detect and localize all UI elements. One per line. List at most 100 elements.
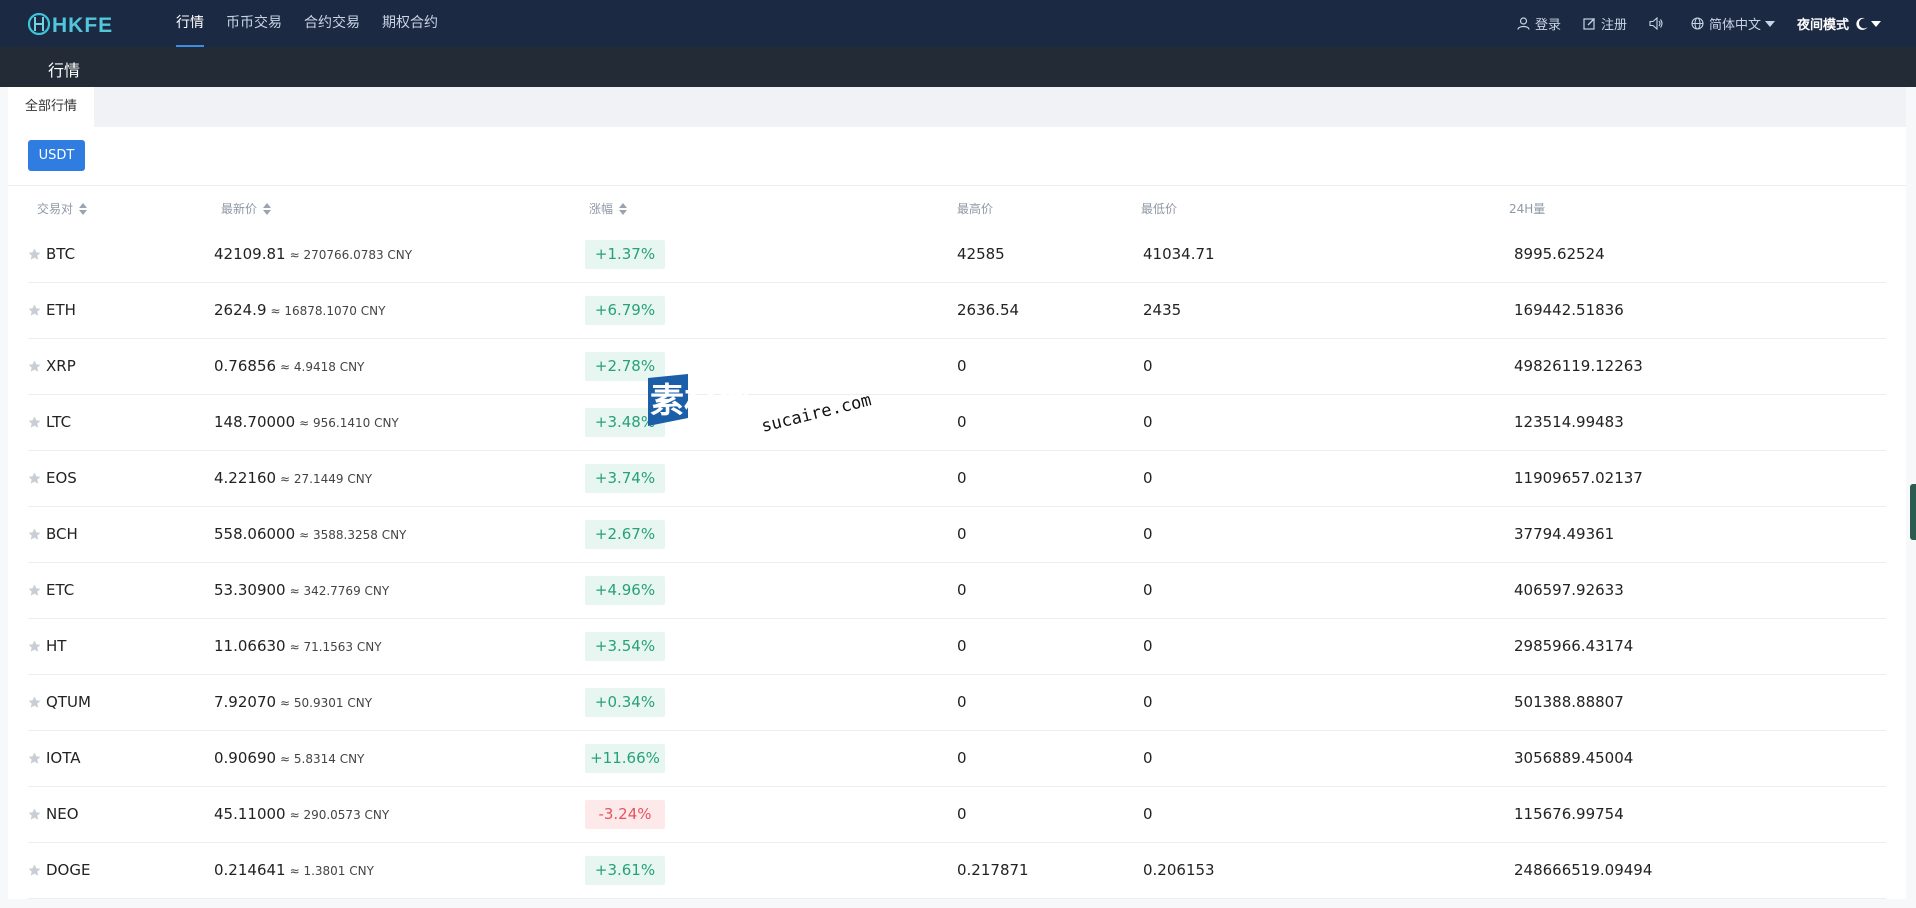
price-value: 42109.81 xyxy=(214,245,286,263)
brand-text: HKFE xyxy=(52,14,113,37)
high-price: 0.217871 xyxy=(957,861,1029,879)
table-row[interactable]: BCH 558.06000 ≈ 3588.3258 CNY +2.67% 0 0 37794… xyxy=(28,507,1886,563)
col-header-volume-label: 24H量 xyxy=(1509,202,1546,216)
sort-icon[interactable] xyxy=(619,202,628,215)
nav-options[interactable]: 期权合约 xyxy=(382,0,438,47)
price-cny: ≈ 3588.3258 CNY xyxy=(299,528,407,542)
change-badge: +2.67% xyxy=(585,520,665,549)
favorite-star-icon[interactable] xyxy=(28,227,44,282)
favorite-star-icon[interactable] xyxy=(28,563,44,618)
brand-logo[interactable]: HKFE xyxy=(27,11,148,37)
login-link[interactable]: 登录 xyxy=(1517,14,1561,33)
change-badge: +3.61% xyxy=(585,856,665,885)
nav-market[interactable]: 行情 xyxy=(176,0,204,47)
pair-name: QTUM xyxy=(46,693,91,711)
top-nav: HKFE 行情 币币交易 合约交易 期权合约 登录 注册 简体中文 夜间模式 xyxy=(0,0,1916,47)
nav-spot-trade[interactable]: 币币交易 xyxy=(226,0,282,47)
price-cny: ≈ 50.9301 CNY xyxy=(280,696,373,710)
last-price: 148.70000 ≈ 956.1410 CNY xyxy=(214,395,399,450)
change-cell: +0.34% xyxy=(585,675,665,730)
volume-24h: 49826119.12263 xyxy=(1514,357,1643,375)
table-row[interactable]: IOTA 0.90690 ≈ 5.8314 CNY +11.66% 0 0 3056889.… xyxy=(28,731,1886,787)
favorite-star-icon[interactable] xyxy=(28,787,44,842)
last-price: 7.92070 ≈ 50.9301 CNY xyxy=(214,675,372,730)
table-row[interactable]: DOGE 0.214641 ≈ 1.3801 CNY +3.61% 0.217871 0.… xyxy=(28,843,1886,899)
favorite-star-icon[interactable] xyxy=(28,619,44,674)
change-badge: +1.37% xyxy=(585,240,665,269)
volume-24h: 248666519.09494 xyxy=(1514,861,1653,879)
register-link[interactable]: 注册 xyxy=(1583,14,1627,33)
change-cell: +3.74% xyxy=(585,451,665,506)
favorite-star-icon[interactable] xyxy=(28,395,44,450)
favorite-star-icon[interactable] xyxy=(28,283,44,338)
price-cny: ≈ 270766.0783 CNY xyxy=(289,248,413,262)
table-row[interactable]: NEO 45.11000 ≈ 290.0573 CNY -3.24% 0 0 115676.… xyxy=(28,787,1886,843)
sort-icon[interactable] xyxy=(263,202,272,215)
low-price: 0 xyxy=(1143,357,1153,375)
favorite-star-icon[interactable] xyxy=(28,731,44,786)
table-row[interactable]: EOS 4.22160 ≈ 27.1449 CNY +3.74% 0 0 11909657.… xyxy=(28,451,1886,507)
change-cell: +6.79% xyxy=(585,283,665,338)
table-row[interactable]: LTC 148.70000 ≈ 956.1410 CNY +3.48% 0 0 123514… xyxy=(28,395,1886,451)
table-row[interactable]: HT 11.06630 ≈ 71.1563 CNY +3.54% 0 0 2985966.4… xyxy=(28,619,1886,675)
price-cny: ≈ 16878.1070 CNY xyxy=(270,304,386,318)
table-row[interactable]: XRP 0.76856 ≈ 4.9418 CNY +2.78% 0 0 49826119.1… xyxy=(28,339,1886,395)
price-cny: ≈ 71.1563 CNY xyxy=(289,640,382,654)
tab-all-markets[interactable]: 全部行情 xyxy=(8,87,94,127)
last-price: 558.06000 ≈ 3588.3258 CNY xyxy=(214,507,406,562)
favorite-star-icon[interactable] xyxy=(28,507,44,562)
pair-name: BCH xyxy=(46,525,78,543)
pair-name: ETH xyxy=(46,301,76,319)
volume-24h: 115676.99754 xyxy=(1514,805,1624,823)
pair-name: XRP xyxy=(46,357,76,375)
sort-icon[interactable] xyxy=(79,202,88,215)
col-header-change[interactable]: 涨幅 xyxy=(589,200,628,217)
pair-name: IOTA xyxy=(46,749,81,767)
table-row[interactable]: ETC 53.30900 ≈ 342.7769 CNY +4.96% 0 0 406597.… xyxy=(28,563,1886,619)
caret-down-icon xyxy=(1764,20,1775,27)
table-row[interactable]: ETH 2624.9 ≈ 16878.1070 CNY +6.79% 2636.54 24… xyxy=(28,283,1886,339)
price-value: 7.92070 xyxy=(214,693,277,711)
low-price: 0 xyxy=(1143,749,1153,767)
sound-toggle[interactable] xyxy=(1649,17,1669,30)
price-value: 0.76856 xyxy=(214,357,277,375)
col-header-high-label: 最高价 xyxy=(957,202,994,216)
last-price: 45.11000 ≈ 290.0573 CNY xyxy=(214,787,389,842)
change-cell: +2.67% xyxy=(585,507,665,562)
col-header-price[interactable]: 最新价 xyxy=(221,200,272,217)
change-badge: +6.79% xyxy=(585,296,665,325)
night-mode-toggle[interactable]: 夜间模式 xyxy=(1797,14,1886,33)
watermark-cn: 素材熱 xyxy=(650,381,752,421)
col-header-volume: 24H量 xyxy=(1509,200,1545,217)
favorite-star-icon[interactable] xyxy=(28,339,44,394)
caret-down-icon xyxy=(1871,20,1881,27)
price-value: 558.06000 xyxy=(214,525,296,543)
favorite-star-icon[interactable] xyxy=(28,675,44,730)
low-price: 0 xyxy=(1143,693,1153,711)
col-header-high: 最高价 xyxy=(957,200,993,217)
price-value: 4.22160 xyxy=(214,469,277,487)
pair-name: HT xyxy=(46,637,67,655)
quote-usdt-button[interactable]: USDT xyxy=(28,140,85,171)
language-select[interactable]: 简体中文 xyxy=(1691,14,1775,33)
main-nav: 行情 币币交易 合约交易 期权合约 xyxy=(176,0,460,47)
change-cell: +4.96% xyxy=(585,563,665,618)
last-price: 0.90690 ≈ 5.8314 CNY xyxy=(214,731,364,786)
col-header-pair[interactable]: 交易对 xyxy=(37,200,88,217)
pair-name: EOS xyxy=(46,469,77,487)
last-price: 0.76856 ≈ 4.9418 CNY xyxy=(214,339,364,394)
nav-contract-trade[interactable]: 合约交易 xyxy=(304,0,360,47)
table-row[interactable]: BTC 42109.81 ≈ 270766.0783 CNY +1.37% 42585 4… xyxy=(28,227,1886,283)
scrollbar-thumb[interactable] xyxy=(1910,484,1916,540)
high-price: 0 xyxy=(957,637,967,655)
hkfe-logo-icon: HKFE xyxy=(27,12,113,37)
favorite-star-icon[interactable] xyxy=(28,843,44,898)
favorite-star-icon[interactable] xyxy=(28,451,44,506)
language-label: 简体中文 xyxy=(1708,18,1761,33)
high-price: 0 xyxy=(957,581,967,599)
high-price: 0 xyxy=(957,469,967,487)
table-row[interactable]: QTUM 7.92070 ≈ 50.9301 CNY +0.34% 0 0 501388.8… xyxy=(28,675,1886,731)
price-cny: ≈ 4.9418 CNY xyxy=(280,360,365,374)
high-price: 0 xyxy=(957,693,967,711)
volume-24h: 2985966.43174 xyxy=(1514,637,1634,655)
